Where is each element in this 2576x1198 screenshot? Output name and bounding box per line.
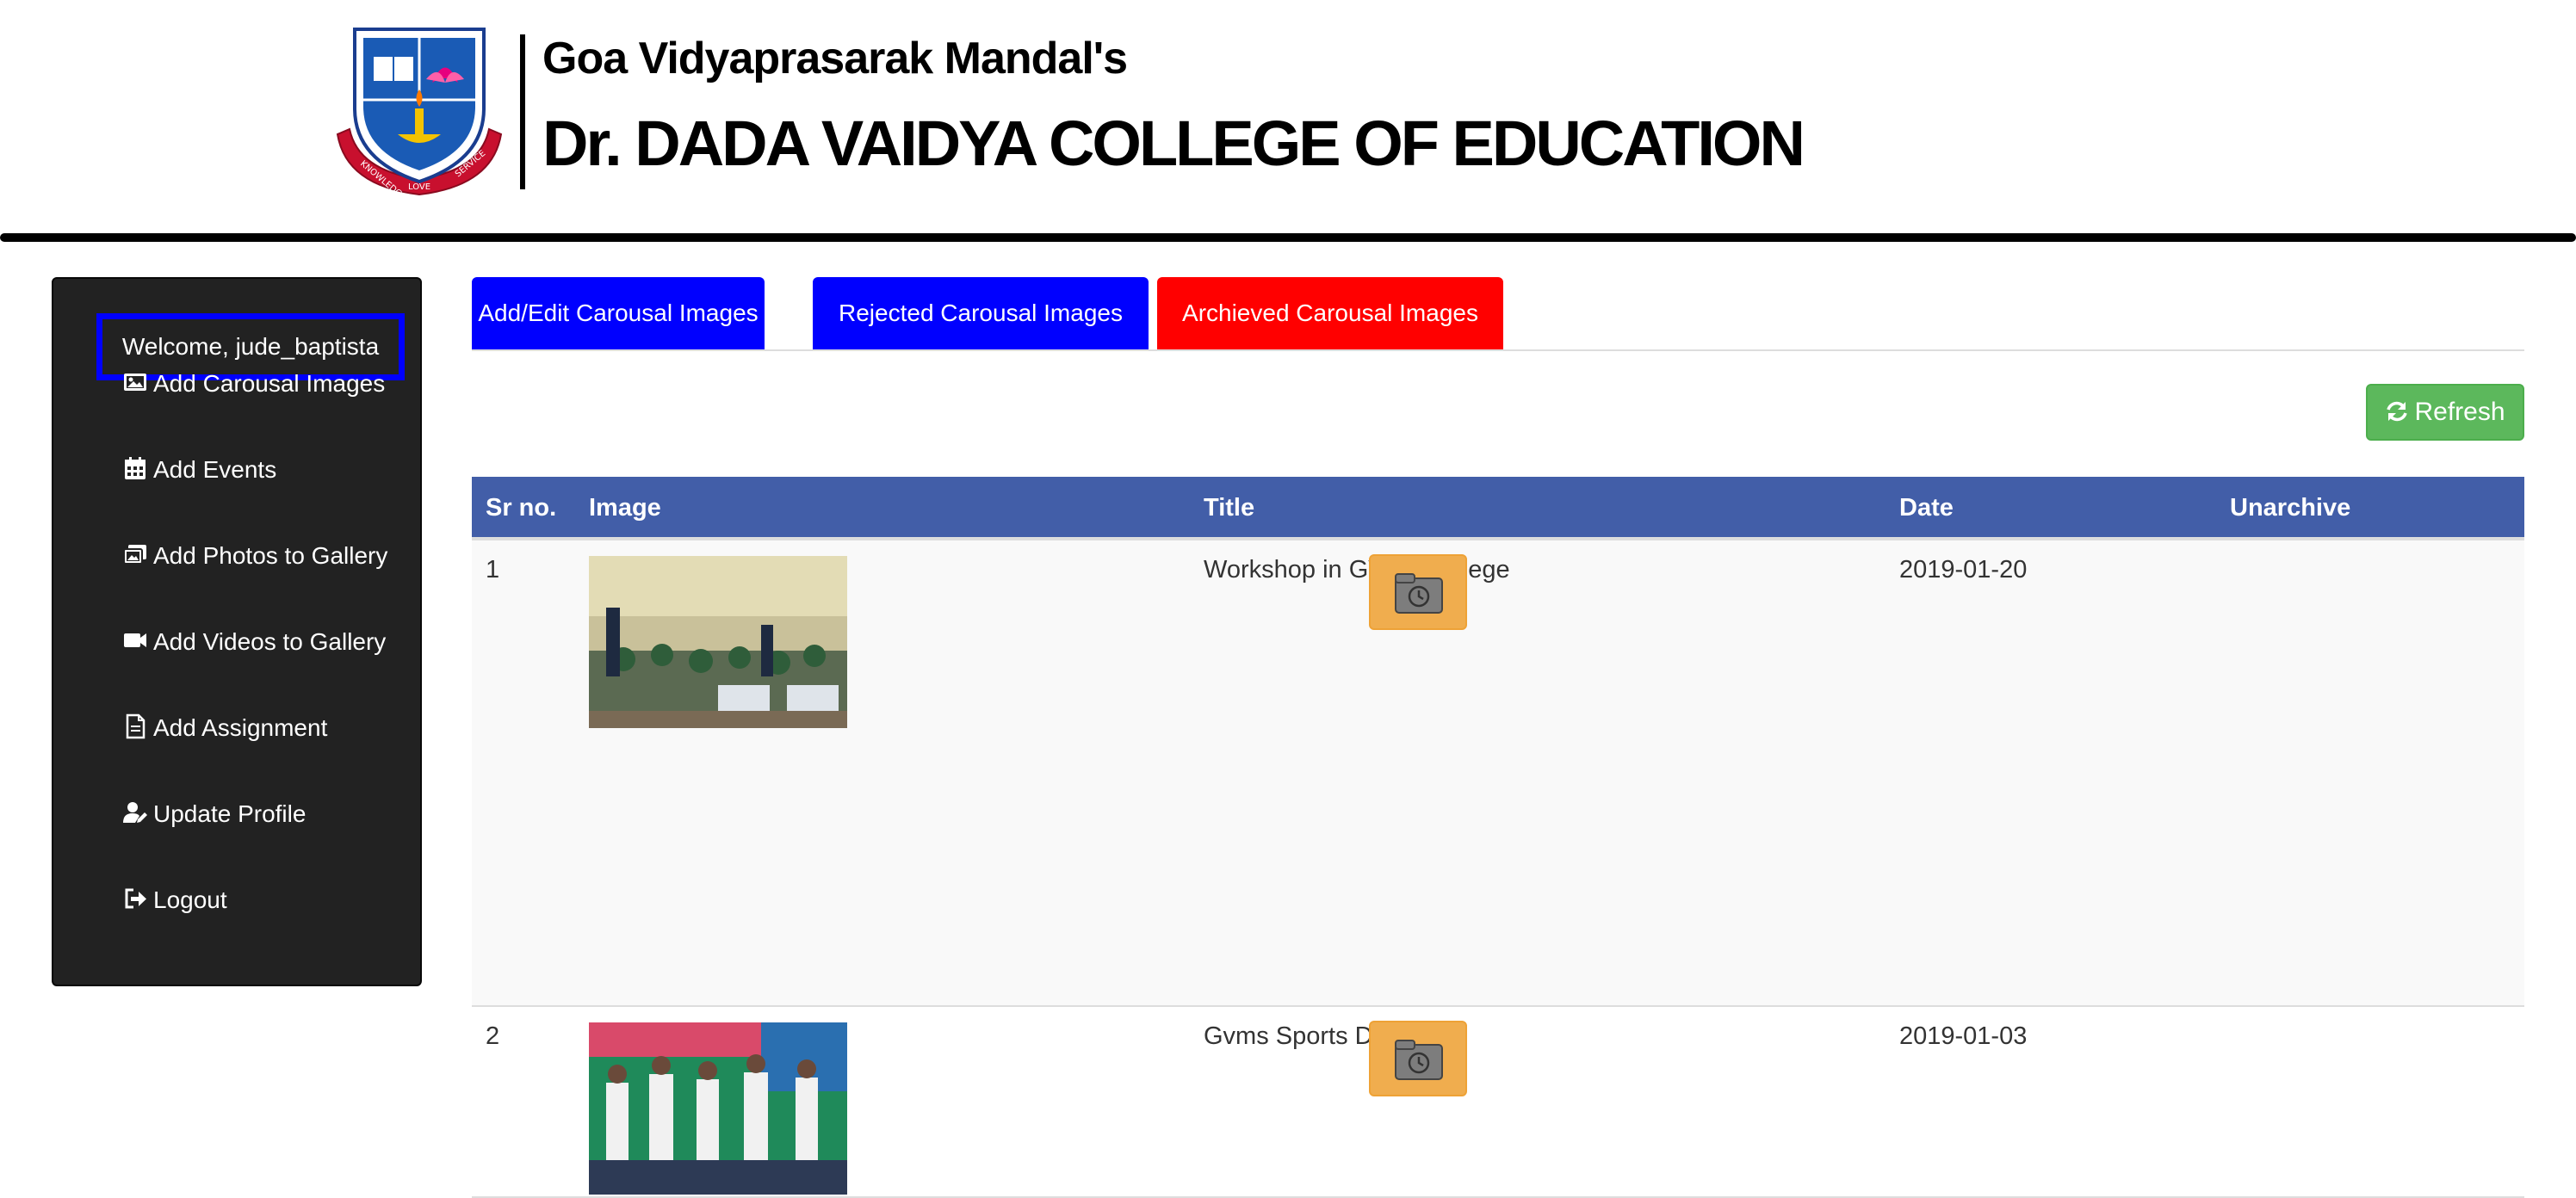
unarchive-icon — [1395, 573, 1443, 614]
workshop-photo — [589, 556, 847, 728]
row-date: 2019-01-20 — [1899, 556, 2028, 584]
image-icon — [122, 369, 148, 395]
images-icon — [122, 541, 148, 567]
table-header: Sr no. Image Title Date Unarchive — [472, 477, 2524, 540]
table-row: 1 Workshop in GVMs College 2019-01-20 — [472, 540, 2524, 1007]
refresh-icon — [2385, 389, 2409, 422]
sidebar-item-add-carousal-images[interactable]: Add Carousal Images — [122, 358, 385, 410]
sidebar-item-label: Add Videos to Gallery — [153, 628, 387, 655]
header-rule — [0, 233, 2576, 242]
table-row: 2 Gvms Sports Day 2019-01-03 — [472, 1007, 2524, 1198]
sidebar-item-label: Add Photos to Gallery — [153, 542, 388, 569]
row-date: 2019-01-03 — [1899, 1022, 2028, 1050]
column-header-title: Title — [1204, 494, 1255, 522]
video-icon — [122, 627, 148, 653]
header-divider — [520, 34, 525, 189]
tab-archieved-carousal-images[interactable]: Archieved Carousal Images — [1157, 277, 1503, 349]
refresh-button[interactable]: Refresh — [2366, 384, 2524, 441]
college-crest-logo: KNOWLEDGE LOVE SERVICE — [329, 22, 510, 203]
site-header: KNOWLEDGE LOVE SERVICE Goa Vidyaprasarak… — [0, 0, 2576, 244]
sidebar-item-add-videos[interactable]: Add Videos to Gallery — [122, 616, 386, 668]
unarchive-button[interactable] — [1369, 554, 1467, 630]
tab-add-edit-carousal-images[interactable]: Add/Edit Carousal Images — [472, 277, 765, 349]
row-sr-no: 2 — [486, 1022, 500, 1050]
sidebar-item-add-photos[interactable]: Add Photos to Gallery — [122, 530, 387, 582]
file-icon — [122, 713, 148, 739]
sidebar-item-update-profile[interactable]: Update Profile — [122, 788, 306, 840]
unarchive-button[interactable] — [1369, 1021, 1467, 1096]
sports-day-photo — [589, 1022, 847, 1195]
svg-text:LOVE: LOVE — [408, 182, 430, 192]
user-edit-icon — [122, 800, 148, 825]
unarchive-icon — [1395, 1040, 1443, 1080]
sidebar-item-label: Update Profile — [153, 800, 307, 827]
calendar-icon — [122, 455, 148, 481]
sidebar-item-label: Add Assignment — [153, 714, 328, 741]
sidebar-item-logout[interactable]: Logout — [122, 874, 227, 926]
row-sr-no: 1 — [486, 556, 500, 584]
column-header-sr-no: Sr no. — [486, 494, 557, 522]
column-header-image: Image — [589, 494, 661, 522]
org-name: Goa Vidyaprasarak Mandal's — [542, 34, 1128, 83]
sidebar-item-label: Logout — [153, 886, 227, 913]
archived-images-table: Sr no. Image Title Date Unarchive 1 Work… — [472, 477, 2524, 1198]
sidebar: Welcome, jude_baptista Add Carousal Imag… — [52, 277, 422, 986]
sidebar-item-label: Add Events — [153, 456, 277, 483]
tab-bar: Add/Edit Carousal Images Rejected Carous… — [472, 277, 2524, 351]
sidebar-item-add-assignment[interactable]: Add Assignment — [122, 702, 327, 754]
sign-out-icon — [122, 886, 148, 911]
sidebar-item-label: Add Carousal Images — [153, 370, 386, 397]
sidebar-item-add-events[interactable]: Add Events — [122, 444, 276, 496]
refresh-label: Refresh — [2414, 398, 2505, 426]
college-name: Dr. DADA VAIDYA COLLEGE OF EDUCATION — [542, 108, 1805, 179]
tab-rejected-carousal-images[interactable]: Rejected Carousal Images — [813, 277, 1149, 349]
column-header-unarchive: Unarchive — [2230, 494, 2351, 522]
column-header-date: Date — [1899, 494, 1954, 522]
